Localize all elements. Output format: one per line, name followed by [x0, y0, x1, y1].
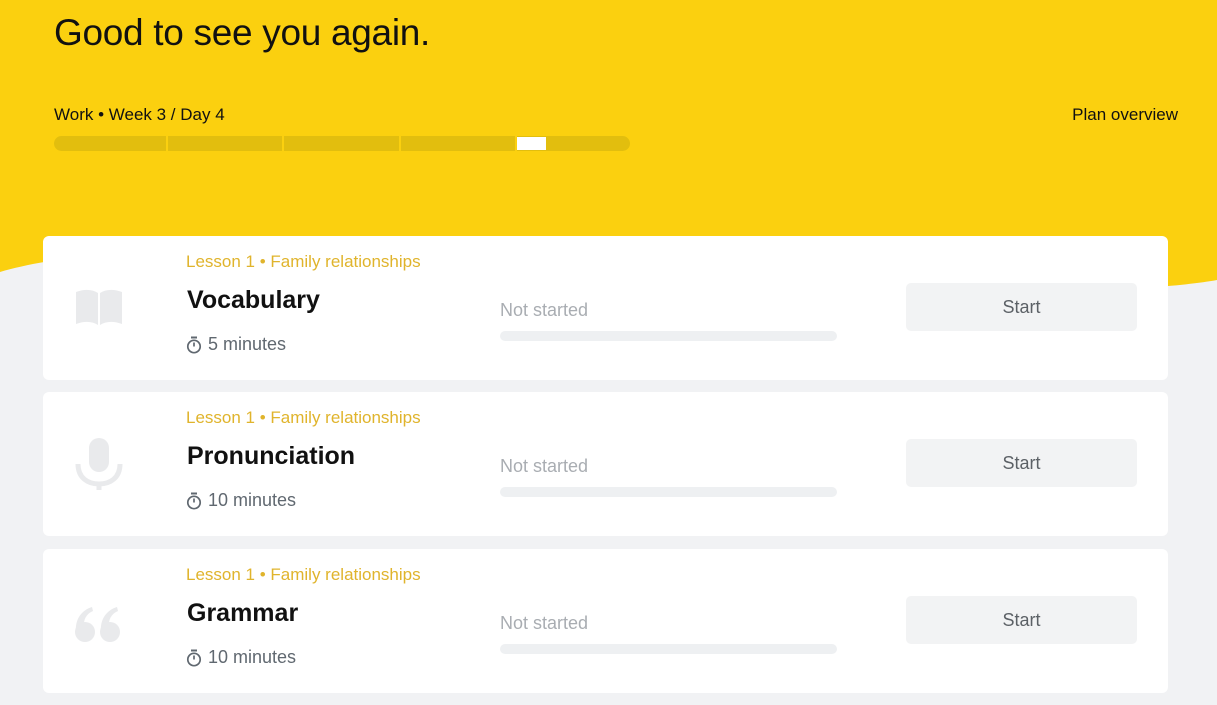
lesson-progress-bar — [500, 487, 837, 497]
lesson-progress-bar — [500, 644, 837, 654]
lesson-card-grammar: Lesson 1 • Family relationships Grammar … — [43, 549, 1168, 693]
progress-segment-divider — [399, 136, 401, 151]
lesson-duration: 5 minutes — [186, 334, 286, 355]
plan-overview-link[interactable]: Plan overview — [1072, 105, 1178, 125]
lesson-title: Pronunciation — [187, 442, 356, 470]
quote-icon — [75, 607, 120, 642]
book-icon — [76, 289, 122, 325]
lesson-duration: 10 minutes — [186, 490, 296, 511]
lesson-title: Grammar — [187, 599, 299, 627]
lesson-card-vocabulary: Lesson 1 • Family relationships Vocabula… — [43, 236, 1168, 380]
lesson-status: Not started — [500, 456, 589, 476]
lesson-card-pronunciation: Lesson 1 • Family relationships Pronunci… — [43, 392, 1168, 536]
progress-segment-divider — [166, 136, 168, 151]
lesson-status: Not started — [500, 613, 589, 633]
timer-icon — [186, 336, 202, 354]
lesson-title: Vocabulary — [187, 286, 320, 314]
microphone-icon — [75, 438, 123, 490]
lesson-status: Not started — [500, 300, 589, 320]
page-title: Good to see you again. — [54, 12, 431, 53]
progress-segment-divider — [282, 136, 284, 151]
plan-progress-bar — [54, 136, 630, 151]
start-button[interactable]: Start — [906, 596, 1137, 644]
timer-icon — [186, 649, 202, 667]
lesson-duration-text: 5 minutes — [208, 334, 287, 354]
plan-progress-label: Work • Week 3 / Day 4 — [54, 105, 225, 124]
lesson-duration-text: 10 minutes — [208, 647, 297, 667]
lesson-progress-bar — [500, 331, 837, 341]
lesson-meta: Lesson 1 • Family relationships — [186, 408, 421, 427]
current-day-marker — [517, 137, 546, 150]
lesson-duration-text: 10 minutes — [208, 490, 297, 510]
lesson-duration: 10 minutes — [186, 647, 296, 668]
lesson-meta: Lesson 1 • Family relationships — [186, 565, 421, 584]
lesson-meta: Lesson 1 • Family relationships — [186, 252, 421, 271]
start-button[interactable]: Start — [906, 439, 1137, 487]
start-button[interactable]: Start — [906, 283, 1137, 331]
timer-icon — [186, 492, 202, 510]
